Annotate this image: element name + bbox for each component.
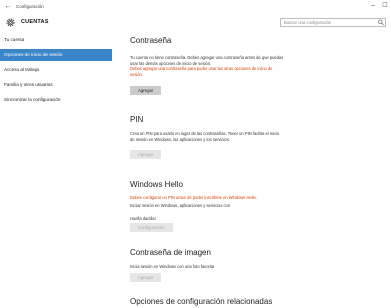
search-box[interactable] — [280, 18, 386, 27]
pin-section-title: PIN — [130, 115, 144, 124]
sidebar-item-acceso-trabajo[interactable]: Acceso al trabajo — [0, 64, 112, 76]
sidebar-item-sincronizar-configuracion[interactable]: Sincronizar la configuración — [0, 94, 112, 106]
search-input[interactable] — [281, 19, 377, 26]
minimize-button[interactable]: – — [367, 0, 379, 12]
maximize-button[interactable]: ☐ — [379, 0, 391, 12]
pin-description: Crea un PIN para usarlo en lugar de las … — [130, 131, 280, 142]
add-picture-password-button[interactable]: Agregar — [130, 273, 162, 282]
related-settings-title: Opciones de configuración relacionadas — [130, 297, 273, 306]
picture-password-description: Inicia sesión en Windows con una foto fa… — [130, 264, 215, 269]
windows-hello-section-title: Windows Hello — [130, 180, 183, 189]
password-warning: Debes agregar una contraseña para poder … — [130, 66, 273, 77]
fingerprint-setup-button[interactable]: Configuración — [130, 223, 173, 232]
windows-hello-description: Iniciar sesión en Windows, aplicaciones … — [130, 203, 231, 208]
sidebar-item-familia-otros-usuarios[interactable]: Familia y otros usuarios — [0, 79, 112, 91]
search-icon[interactable] — [377, 19, 385, 26]
sidebar-item-tu-cuenta[interactable]: Tu cuenta — [0, 34, 112, 46]
picture-password-section-title: Contraseña de imagen — [130, 248, 211, 257]
title-bar: ← Configuración — [0, 0, 391, 12]
password-description: Tu cuenta no tiene contraseña. Debes agr… — [130, 55, 284, 66]
add-password-button[interactable]: Agregar — [130, 86, 162, 95]
page-title: CUENTAS — [21, 19, 49, 25]
sidebar: Tu cuenta Opciones de inicio de sesión A… — [0, 34, 112, 109]
sidebar-item-opciones-inicio-sesion[interactable]: Opciones de inicio de sesión — [0, 49, 112, 61]
fingerprint-label: Huella dactilar — [130, 216, 156, 221]
back-arrow-icon[interactable]: ← — [0, 3, 16, 10]
window-controls: – ☐ — [367, 0, 391, 12]
window-title: Configuración — [16, 3, 44, 9]
password-section-title: Contraseña — [130, 36, 172, 45]
windows-hello-warning: Debes configurar un PIN antes de poder i… — [130, 195, 257, 200]
gear-icon — [6, 18, 15, 26]
add-pin-button[interactable]: Agregar — [130, 150, 162, 159]
